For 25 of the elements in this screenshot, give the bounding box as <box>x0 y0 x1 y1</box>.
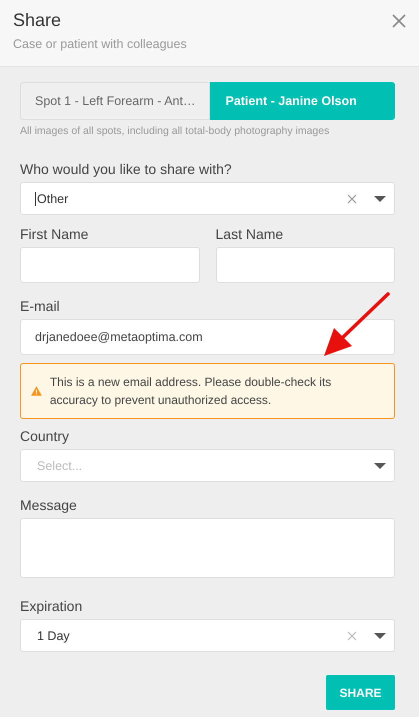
field-label: Message <box>20 497 78 513</box>
dialog-title: Share <box>13 10 62 31</box>
share-scope-tab[interactable]: Spot 1 - Left Forearm - Ant… <box>20 82 210 120</box>
tab-hint: All images of all spots, including all total-body photography images <box>20 125 330 137</box>
field-label: Country <box>20 428 70 444</box>
field-label: Last Name <box>216 226 284 242</box>
clear-icon[interactable] <box>347 194 357 204</box>
select-placeholder: Select... <box>37 458 84 472</box>
name-input[interactable] <box>216 247 395 283</box>
dialog-subtitle: Case or patient with colleagues <box>13 37 187 51</box>
warning-message: This is a new email address. Please double-check its accuracy to prevent unauthorized access. <box>50 374 332 409</box>
field-label: E-mail <box>20 298 61 314</box>
dropdown-arrow-icon[interactable] <box>374 462 386 468</box>
dropdown-arrow-icon[interactable] <box>374 196 386 202</box>
recipient-select[interactable]: Other <box>20 182 395 215</box>
dropdown-arrow-icon[interactable] <box>374 632 386 638</box>
clear-icon[interactable] <box>347 630 357 640</box>
close-icon[interactable] <box>392 14 406 28</box>
message-input[interactable] <box>20 518 395 578</box>
name-input[interactable] <box>20 247 200 283</box>
expiration-select[interactable]: 1 Day <box>20 619 395 652</box>
field-label: Expiration <box>20 598 84 614</box>
email-input[interactable]: drjanedoee@metaoptima.com <box>20 319 395 355</box>
field-label: Who would you like to share with? <box>20 161 233 177</box>
field-label: First Name <box>20 226 90 242</box>
